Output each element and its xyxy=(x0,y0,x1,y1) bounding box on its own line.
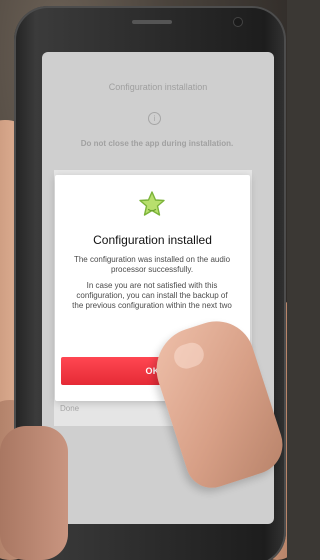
photo-scene: Configuration installation i Do not clos… xyxy=(0,0,287,560)
bottom-finger xyxy=(0,426,68,560)
info-icon: i xyxy=(148,112,161,125)
phone-speaker xyxy=(132,20,172,24)
dialog-message: The configuration was installed on the a… xyxy=(71,255,233,317)
phone-camera xyxy=(234,18,242,26)
star-icon xyxy=(139,191,165,216)
done-button[interactable]: Done xyxy=(60,404,79,413)
dialog-message-1: The configuration was installed on the a… xyxy=(73,255,231,274)
installation-warning: Do not close the app during installation… xyxy=(80,139,234,148)
dialog-message-2: In case you are not satisfied with this … xyxy=(72,281,232,310)
dialog-title: Configuration installed xyxy=(93,233,212,247)
screen-title: Configuration installation xyxy=(108,82,208,92)
thumbnail-highlight xyxy=(170,339,207,372)
